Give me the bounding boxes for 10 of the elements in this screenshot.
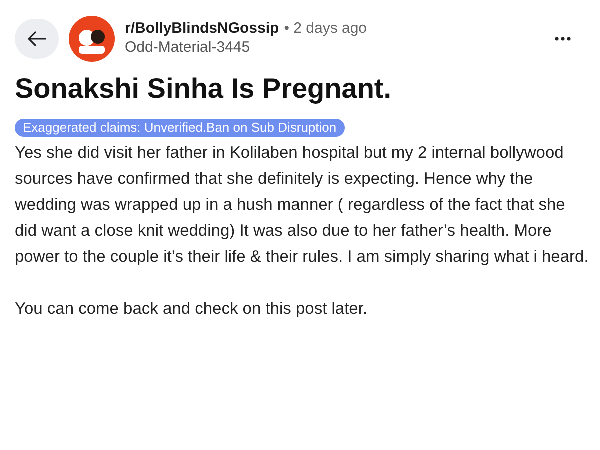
subreddit-avatar-icon: [69, 16, 115, 62]
post-paragraph: You can come back and check on this post later.: [15, 299, 369, 320]
back-button[interactable]: [15, 19, 59, 59]
author-name[interactable]: Odd-Material-3445: [125, 39, 368, 58]
subreddit-name[interactable]: r/BollyBlindsNGossip: [125, 20, 280, 39]
more-icon: [555, 37, 571, 41]
back-arrow-icon: [27, 31, 47, 47]
post-time: • 2 days ago: [284, 20, 368, 39]
post-paragraph: Yes she did visit her father in Kolilaben hospital but my 2 internal bollywood sources have confirmed that she definitely is expecting. Hence why the wedding was wrapped up in a hush manner ( regardless of the fact that she did want a close knit wedding) It was also due to her father’s health. More power to the couple it’s their life & their rules. I am simply sharing what i heard.: [15, 143, 590, 268]
post-title: Sonakshi Sinha Is Pregnant.: [15, 72, 393, 106]
